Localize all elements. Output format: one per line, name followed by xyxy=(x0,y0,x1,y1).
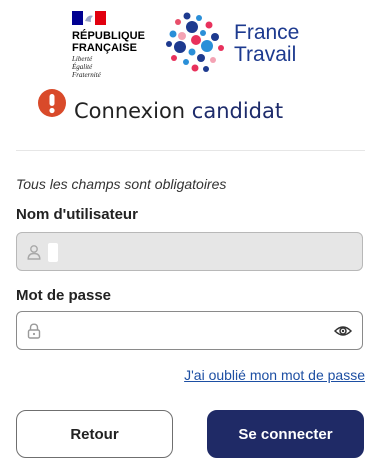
login-button[interactable]: Se connecter xyxy=(207,410,364,458)
divider xyxy=(16,150,365,151)
username-field[interactable] xyxy=(16,232,363,271)
password-input[interactable] xyxy=(51,318,311,344)
rf-motto: Liberté Égalité Fraternité xyxy=(72,55,101,79)
marianne-flag-icon xyxy=(72,11,106,25)
user-icon xyxy=(27,245,41,260)
back-button[interactable]: Retour xyxy=(16,410,173,458)
required-fields-note: Tous les champs sont obligatoires xyxy=(16,176,227,192)
france-travail-dots-icon xyxy=(166,12,224,72)
rf-title: RÉPUBLIQUE FRANÇAISE xyxy=(72,30,146,54)
republique-francaise-logo: RÉPUBLIQUE FRANÇAISE Liberté Égalité Fra… xyxy=(72,8,152,79)
alert-icon xyxy=(38,89,66,117)
page-title-text: Connexion candidat xyxy=(74,99,284,123)
france-travail-logo: France Travail xyxy=(165,10,315,76)
username-value-redacted xyxy=(48,243,58,262)
france-travail-wordmark: France Travail xyxy=(234,21,300,66)
username-label: Nom d'utilisateur xyxy=(16,206,138,223)
password-field[interactable] xyxy=(16,311,363,350)
lock-icon xyxy=(27,323,41,339)
eye-icon[interactable] xyxy=(334,323,352,339)
login-page: RÉPUBLIQUE FRANÇAISE Liberté Égalité Fra… xyxy=(0,0,381,474)
forgot-password-link[interactable]: J'ai oublié mon mot de passe xyxy=(184,367,365,383)
password-label: Mot de passe xyxy=(16,287,112,304)
